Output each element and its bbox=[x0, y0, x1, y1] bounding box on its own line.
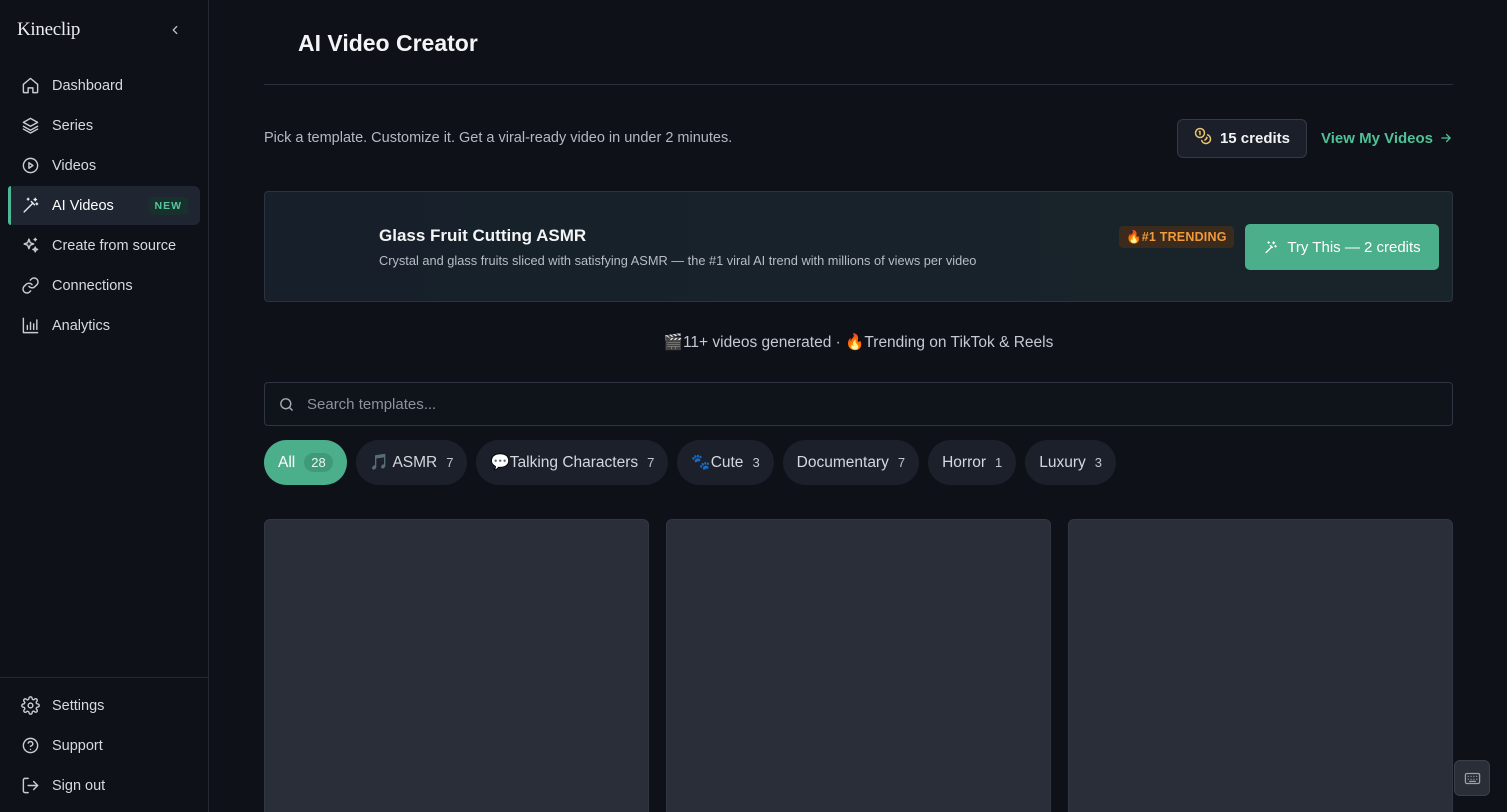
bar-chart-icon bbox=[20, 316, 40, 336]
sidebar-item-label: Analytics bbox=[52, 317, 111, 334]
stats-line: 🎬11+ videos generated · 🔥Trending on Tik… bbox=[663, 333, 1054, 351]
view-my-videos-link[interactable]: View My Videos bbox=[1321, 130, 1453, 147]
content-column: AI Video Creator Pick a template. Custom… bbox=[264, 0, 1453, 812]
play-circle-icon bbox=[20, 156, 40, 176]
filter-chip-horror[interactable]: Horror 1 bbox=[928, 440, 1017, 485]
filter-chip-asmr[interactable]: 🎵 ASMR 7 bbox=[355, 440, 468, 485]
trending-badge: 🔥#1 TRENDING bbox=[1119, 226, 1234, 248]
app-root: Kineclip Dashboard Series Videos AI Vide… bbox=[0, 0, 1507, 812]
sidebar-item-support[interactable]: Support bbox=[8, 726, 200, 765]
coins-icon bbox=[1194, 127, 1212, 149]
wand-sparkles-icon bbox=[1265, 240, 1278, 253]
sidebar-item-create-from-source[interactable]: Create from source bbox=[8, 226, 200, 265]
sidebar-item-label: Connections bbox=[52, 277, 133, 294]
filter-chip-talking-characters[interactable]: 💬Talking Characters 7 bbox=[476, 440, 669, 485]
filter-chip-count: 7 bbox=[446, 455, 454, 470]
template-grid bbox=[264, 519, 1453, 812]
sidebar-footer: Settings Support Sign out bbox=[0, 677, 208, 812]
main-content: AI Video Creator Pick a template. Custom… bbox=[209, 0, 1507, 812]
sidebar-item-label: Series bbox=[52, 117, 94, 134]
help-circle-icon bbox=[20, 736, 40, 756]
filter-chip-label: Horror bbox=[942, 453, 987, 471]
logout-icon bbox=[20, 776, 40, 796]
featured-title: Glass Fruit Cutting ASMR bbox=[379, 225, 587, 245]
filter-chip-count: 28 bbox=[304, 453, 333, 472]
sidebar-item-series[interactable]: Series bbox=[8, 106, 200, 145]
sidebar-nav: Dashboard Series Videos AI Videos NEW Cr… bbox=[0, 60, 208, 346]
link-icon bbox=[20, 276, 40, 296]
filter-chip-count: 7 bbox=[897, 455, 906, 470]
filter-chip-label: Documentary bbox=[796, 453, 889, 471]
brand-row: Kineclip bbox=[0, 0, 208, 60]
page-subtitle: Pick a template. Customize it. Get a vir… bbox=[264, 130, 733, 146]
page-header: AI Video Creator bbox=[264, 0, 1453, 85]
credits-pill[interactable]: 15 credits bbox=[1176, 118, 1307, 158]
category-filters: All 28 🎵 ASMR 7 💬Talking Characters 7 🐾C… bbox=[264, 440, 1453, 485]
sidebar-item-label: Support bbox=[52, 737, 103, 754]
arrow-right-icon bbox=[1441, 133, 1451, 143]
gear-icon bbox=[20, 696, 40, 716]
filter-chip-count: 3 bbox=[1094, 455, 1103, 470]
try-template-label: Try This — 2 credits bbox=[1287, 238, 1421, 256]
sparkles-icon bbox=[20, 236, 40, 256]
filter-chip-count: 1 bbox=[995, 455, 1003, 470]
sidebar-item-sign-out[interactable]: Sign out bbox=[8, 766, 200, 805]
sidebar-item-ai-videos[interactable]: AI Videos NEW bbox=[8, 186, 200, 225]
keyboard-shortcuts-button[interactable] bbox=[1454, 760, 1490, 796]
magic-wand-icon bbox=[20, 196, 40, 216]
subheader-row: Pick a template. Customize it. Get a vir… bbox=[264, 85, 1453, 191]
featured-text: Glass Fruit Cutting ASMR Crystal and gla… bbox=[379, 226, 976, 268]
sidebar: Kineclip Dashboard Series Videos AI Vide… bbox=[0, 0, 209, 812]
sidebar-item-label: AI Videos bbox=[52, 197, 114, 214]
search-icon bbox=[280, 397, 293, 411]
sidebar-item-connections[interactable]: Connections bbox=[8, 266, 200, 305]
filter-chip-count: 7 bbox=[647, 455, 655, 470]
template-card-placeholder[interactable] bbox=[1068, 519, 1453, 812]
try-template-button[interactable]: Try This — 2 credits bbox=[1245, 224, 1439, 270]
template-search bbox=[264, 382, 1453, 426]
filter-chip-count: 3 bbox=[752, 455, 760, 470]
sidebar-item-settings[interactable]: Settings bbox=[8, 686, 200, 725]
featured-description: Crystal and glass fruits sliced with sat… bbox=[379, 252, 977, 268]
credits-count: 15 credits bbox=[1219, 129, 1290, 147]
view-my-videos-label: View My Videos bbox=[1321, 129, 1433, 147]
chevron-left-icon bbox=[172, 25, 178, 35]
brand-logo: Kineclip bbox=[17, 19, 81, 40]
filter-chip-label: 🎵 ASMR bbox=[369, 454, 438, 471]
page-title: AI Video Creator bbox=[298, 29, 478, 56]
collapse-sidebar-button[interactable] bbox=[166, 21, 184, 39]
filter-chip-label: All bbox=[278, 453, 296, 471]
search-input[interactable] bbox=[307, 395, 1452, 413]
filter-chip-label: 🐾Cute bbox=[691, 454, 744, 471]
filter-chip-cute[interactable]: 🐾Cute 3 bbox=[677, 440, 774, 485]
sidebar-item-label: Create from source bbox=[52, 237, 177, 254]
sidebar-item-label: Settings bbox=[52, 697, 105, 714]
sidebar-item-label: Sign out bbox=[52, 777, 106, 794]
template-card-placeholder[interactable] bbox=[264, 519, 649, 812]
subheader-actions: 15 credits View My Videos bbox=[1176, 118, 1453, 158]
sidebar-item-label: Dashboard bbox=[52, 77, 123, 94]
sidebar-item-analytics[interactable]: Analytics bbox=[8, 306, 200, 345]
filter-chip-documentary[interactable]: Documentary 7 bbox=[782, 440, 920, 485]
layers-icon bbox=[20, 116, 40, 136]
sidebar-item-label: Videos bbox=[52, 157, 97, 174]
keyboard-icon bbox=[1464, 772, 1480, 784]
filter-chip-all[interactable]: All 28 bbox=[264, 440, 347, 485]
filter-chip-label: Luxury bbox=[1039, 453, 1086, 471]
new-badge: NEW bbox=[148, 196, 188, 215]
home-icon bbox=[20, 76, 40, 96]
sidebar-item-dashboard[interactable]: Dashboard bbox=[8, 66, 200, 105]
filter-chip-luxury[interactable]: Luxury 3 bbox=[1025, 440, 1117, 485]
featured-template-banner: Glass Fruit Cutting ASMR Crystal and gla… bbox=[264, 191, 1453, 302]
sidebar-item-videos[interactable]: Videos bbox=[8, 146, 200, 185]
template-card-placeholder[interactable] bbox=[666, 519, 1051, 812]
filter-chip-label: 💬Talking Characters bbox=[490, 454, 639, 471]
